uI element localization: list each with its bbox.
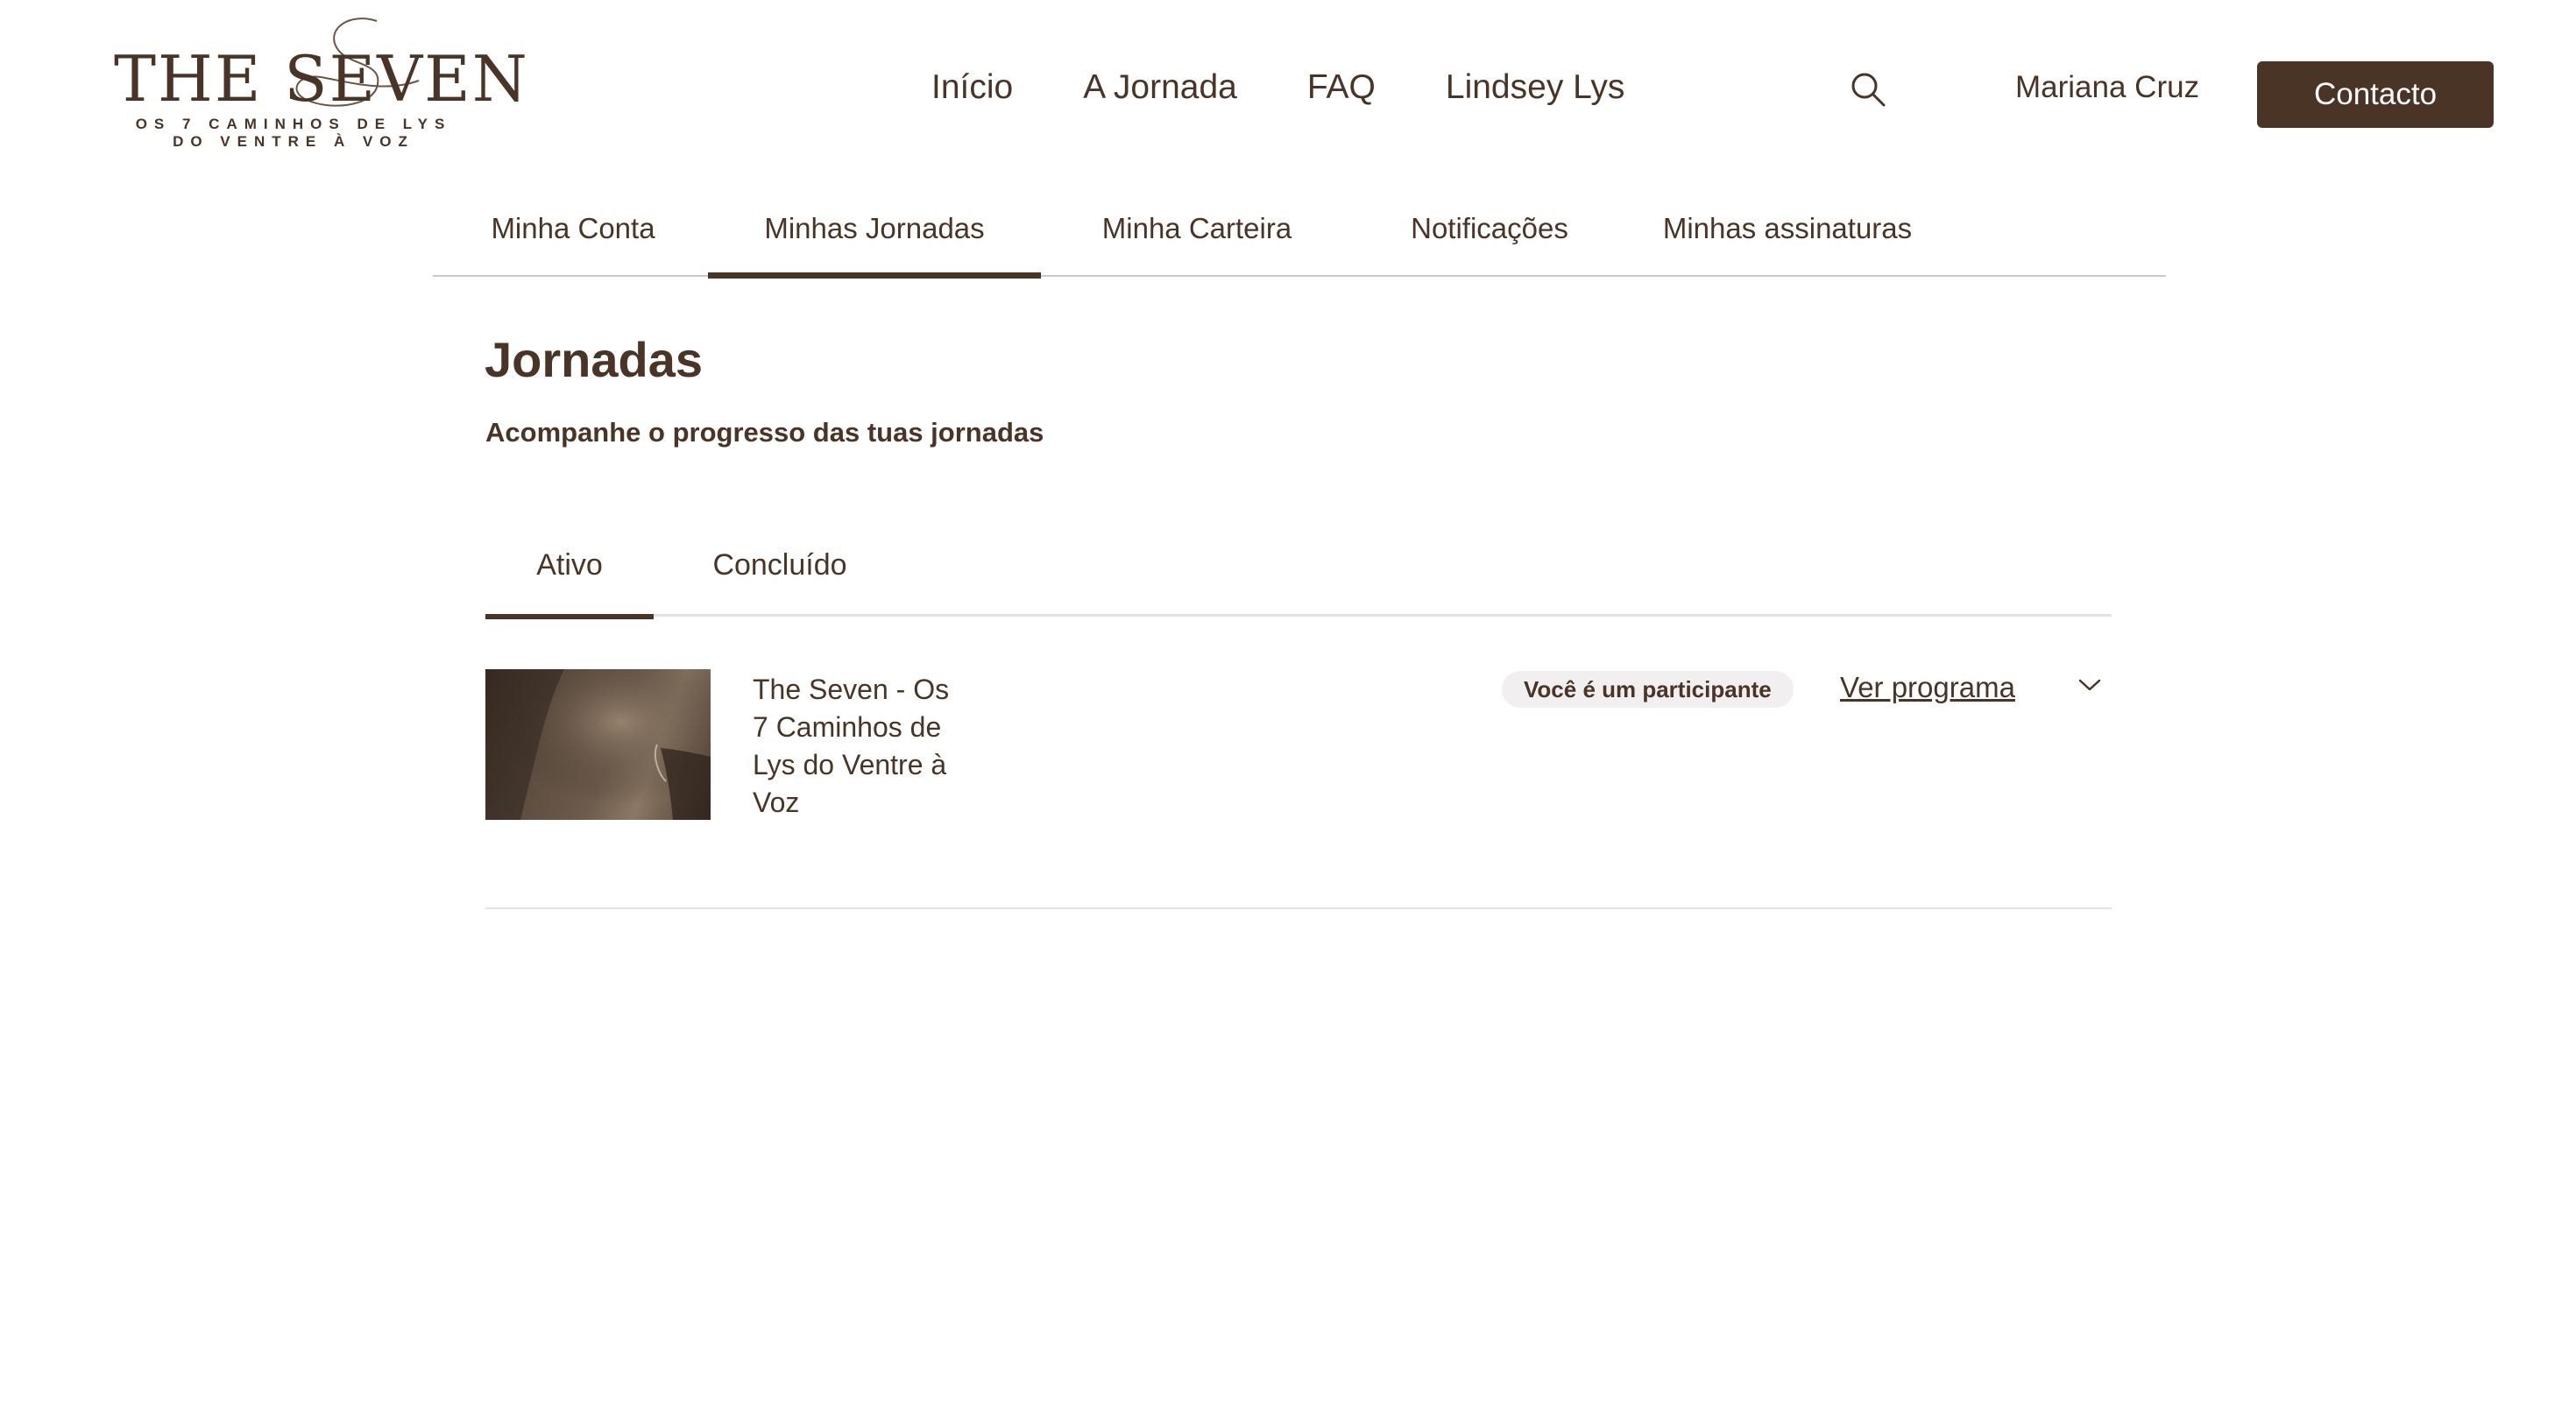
tab-concluido[interactable]: Concluído — [692, 548, 867, 617]
logo-subtitle-line2: DO VENTRE À VOZ — [173, 133, 414, 150]
nav-item-lindsey-lys[interactable]: Lindsey Lys — [1446, 68, 1625, 117]
status-tabs: Ativo Concluído — [485, 543, 2112, 619]
main-nav: Início A Jornada FAQ Lindsey Lys — [931, 68, 1624, 117]
tab-minhas-jornadas[interactable]: Minhas Jornadas — [708, 212, 1041, 279]
nav-item-faq[interactable]: FAQ — [1307, 68, 1376, 117]
journey-row: The Seven - Os 7 Caminhos de Lys do Vent… — [485, 617, 2112, 909]
chevron-down-icon — [2078, 679, 2101, 691]
journey-title: The Seven - Os 7 Caminhos de Lys do Vent… — [753, 674, 950, 818]
nav-item-a-jornada[interactable]: A Jornada — [1083, 68, 1237, 117]
tab-minhas-assinaturas[interactable]: Minhas assinaturas — [1656, 212, 1919, 277]
user-menu-name[interactable]: Mariana Cruz — [2015, 70, 2199, 105]
nav-item-inicio[interactable]: Início — [931, 68, 1013, 117]
contact-button[interactable]: Contacto — [2257, 61, 2494, 128]
logo-subtitle-line1: OS 7 CAMINHOS DE LYS — [135, 116, 452, 132]
status-badge: Você é um participante — [1502, 671, 1794, 708]
page-subtitle: Acompanhe o progresso das tuas jornadas — [485, 417, 1044, 448]
journey-thumbnail[interactable] — [485, 669, 711, 820]
site-logo[interactable]: THE SEVEN OS 7 CAMINHOS DE LYS DO VENTRE… — [114, 16, 529, 156]
view-program-link[interactable]: Ver programa — [1840, 671, 2015, 704]
search-icon — [1851, 73, 1886, 107]
journey-thumbnail-image — [485, 669, 711, 820]
page-title: Jornadas — [485, 332, 703, 387]
account-tabs: Minha Conta Minhas Jornadas Minha Cartei… — [433, 193, 2166, 279]
expand-button[interactable] — [2075, 671, 2105, 701]
site-header: THE SEVEN OS 7 CAMINHOS DE LYS DO VENTRE… — [0, 0, 2576, 175]
tab-ativo[interactable]: Ativo — [485, 548, 654, 619]
tab-minha-carteira[interactable]: Minha Carteira — [1092, 212, 1302, 277]
tab-notificacoes[interactable]: Notificações — [1393, 212, 1586, 277]
logo-title: THE SEVEN — [114, 42, 529, 116]
search-button[interactable] — [1849, 70, 1887, 109]
tab-minha-conta[interactable]: Minha Conta — [485, 212, 661, 277]
